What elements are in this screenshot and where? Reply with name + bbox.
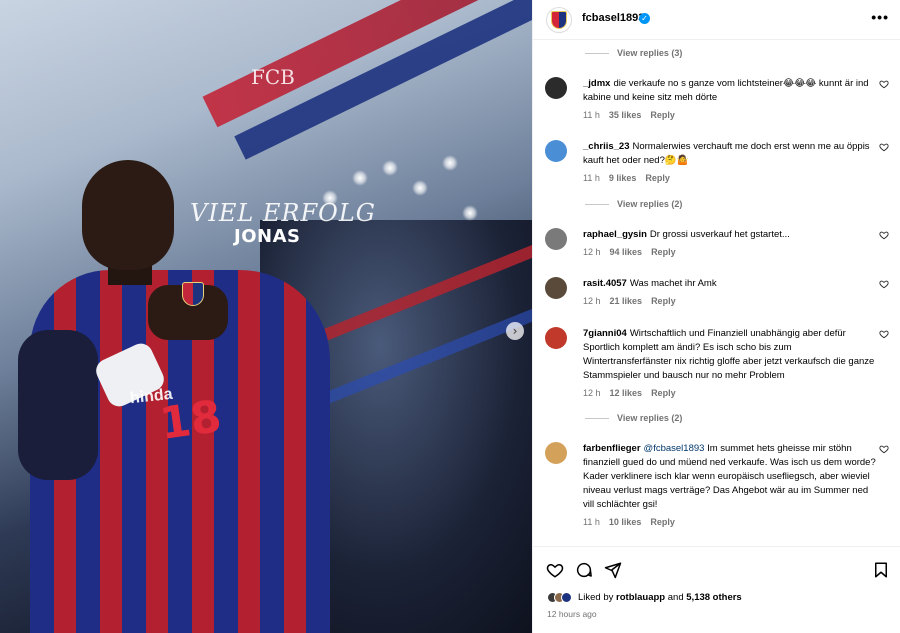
- instagram-post: hinda 18 FCB VIEL ERFOLG JONAS › fcbasel…: [0, 0, 900, 633]
- comment-mention[interactable]: @fcbasel1893: [644, 443, 705, 454]
- fcb-logo-icon: FCB: [251, 65, 295, 89]
- post-actions: Liked by rotblauapp and 5,138 others 12 …: [533, 546, 900, 633]
- comment-likes[interactable]: 12 likes: [610, 388, 643, 398]
- comment-like-heart-icon[interactable]: [879, 142, 889, 152]
- comment-meta: 11 h 10 likes Reply: [583, 517, 675, 527]
- comment-meta: 11 h 35 likes Reply: [583, 110, 675, 120]
- view-replies-label: View replies (2): [617, 413, 683, 423]
- post-timestamp[interactable]: 12 hours ago: [547, 609, 597, 619]
- view-replies-label: View replies (2): [617, 199, 683, 209]
- jersey-number: 18: [156, 390, 225, 451]
- comment-body: _jdmx die verkaufe no s ganze vom lichtst…: [583, 77, 879, 105]
- comment-reply-button[interactable]: Reply: [651, 247, 676, 257]
- share-icon[interactable]: [604, 561, 622, 579]
- comment-like-heart-icon[interactable]: [879, 79, 889, 89]
- overlay-headline: VIEL ERFOLG: [190, 199, 376, 227]
- view-replies-button[interactable]: View replies (3): [585, 48, 682, 58]
- view-replies-button[interactable]: View replies (2): [585, 413, 682, 423]
- replies-divider-line: [585, 52, 609, 54]
- replies-divider-line: [585, 417, 609, 419]
- comment-reply-button[interactable]: Reply: [651, 388, 676, 398]
- comment-text: die verkaufe no s ganze vom lichtsteiner…: [583, 78, 869, 103]
- comment-username[interactable]: raphael_gysin: [583, 229, 647, 240]
- jersey-crest-icon: [182, 282, 204, 306]
- post-media-image[interactable]: hinda 18 FCB VIEL ERFOLG JONAS ›: [0, 0, 532, 633]
- comment-body: raphael_gysin Dr grossi usverkauf het gst…: [583, 228, 879, 242]
- liker-avatar: [561, 592, 572, 603]
- comment-body: 7gianni04 Wirtschaftlich und Finanziell u…: [583, 327, 879, 383]
- comment-time: 11 h: [583, 110, 600, 120]
- commenter-avatar[interactable]: [545, 327, 567, 349]
- comment-time: 12 h: [583, 247, 601, 257]
- view-replies-button[interactable]: View replies (2): [585, 199, 682, 209]
- comment-icon[interactable]: [575, 561, 593, 579]
- comments-list[interactable]: View replies (3) _jdmx die verkaufe no s …: [533, 41, 900, 546]
- comment-meta: 12 h 94 likes Reply: [583, 247, 676, 257]
- post-header: fcbasel1893 ✓ •••: [533, 0, 900, 40]
- comment-username[interactable]: _chriis_23: [583, 141, 629, 152]
- comment-like-heart-icon[interactable]: [879, 230, 889, 240]
- comment-body: rasit.4057 Was machet ihr Amk: [583, 277, 879, 291]
- heart-icon[interactable]: [546, 561, 564, 579]
- player-head: [82, 160, 174, 270]
- account-avatar[interactable]: [546, 7, 572, 33]
- comment-reply-button[interactable]: Reply: [645, 173, 670, 183]
- commenter-avatar[interactable]: [545, 442, 567, 464]
- verified-badge-icon: ✓: [639, 13, 650, 24]
- comment-username[interactable]: 7gianni04: [583, 328, 627, 339]
- liked-by-user[interactable]: rotblauapp: [616, 592, 665, 603]
- comment-meta: 12 h 12 likes Reply: [583, 388, 676, 398]
- liked-by-text[interactable]: Liked by rotblauapp and 5,138 others: [578, 592, 742, 603]
- comment-likes[interactable]: 35 likes: [609, 110, 642, 120]
- commenter-avatar[interactable]: [545, 140, 567, 162]
- bookmark-icon[interactable]: [872, 561, 890, 579]
- comment-meta: 11 h 9 likes Reply: [583, 173, 670, 183]
- comment-text: Dr grossi usverkauf het gstartet...: [649, 229, 790, 240]
- liked-by-others[interactable]: 5,138 others: [686, 592, 741, 603]
- player-arm: [18, 330, 98, 480]
- comment-body: farbenflieger @fcbasel1893 Im summet hets…: [583, 442, 879, 512]
- comment-username[interactable]: rasit.4057: [583, 278, 627, 289]
- account-username[interactable]: fcbasel1893: [582, 12, 644, 24]
- comment-time: 12 h: [583, 296, 601, 306]
- comment-likes[interactable]: 21 likes: [610, 296, 643, 306]
- liked-by-prefix: Liked by: [578, 592, 614, 603]
- comment-like-heart-icon[interactable]: [879, 444, 889, 454]
- commenter-avatar[interactable]: [545, 277, 567, 299]
- comment-likes[interactable]: 9 likes: [609, 173, 637, 183]
- comment-time: 11 h: [583, 173, 600, 183]
- comment-username[interactable]: farbenflieger: [583, 443, 641, 454]
- comment-likes[interactable]: 94 likes: [610, 247, 643, 257]
- liked-by-and: and: [667, 592, 684, 603]
- comment-reply-button[interactable]: Reply: [650, 517, 675, 527]
- comment-like-heart-icon[interactable]: [879, 279, 889, 289]
- overlay-name: JONAS: [234, 226, 301, 247]
- more-horizontal-icon[interactable]: •••: [871, 9, 889, 25]
- comment-likes[interactable]: 10 likes: [609, 517, 642, 527]
- commenter-avatar[interactable]: [545, 77, 567, 99]
- next-image-button[interactable]: ›: [506, 322, 524, 340]
- comment-reply-button[interactable]: Reply: [651, 296, 676, 306]
- comment-meta: 12 h 21 likes Reply: [583, 296, 676, 306]
- liked-by-row: Liked by rotblauapp and 5,138 others: [547, 592, 742, 603]
- view-replies-label: View replies (3): [617, 48, 683, 58]
- comment-time: 12 h: [583, 388, 601, 398]
- commenter-avatar[interactable]: [545, 228, 567, 250]
- fcb-crest-icon: [551, 11, 567, 29]
- comment-text: Was machet ihr Amk: [629, 278, 717, 289]
- comment-reply-button[interactable]: Reply: [650, 110, 675, 120]
- comment-time: 11 h: [583, 517, 600, 527]
- replies-divider-line: [585, 203, 609, 205]
- post-sidebar: fcbasel1893 ✓ ••• View replies (3) _jdmx…: [532, 0, 900, 633]
- comment-username[interactable]: _jdmx: [583, 78, 610, 89]
- comment-body: _chriis_23 Normalerwies verchauft me doch…: [583, 140, 879, 168]
- comment-like-heart-icon[interactable]: [879, 329, 889, 339]
